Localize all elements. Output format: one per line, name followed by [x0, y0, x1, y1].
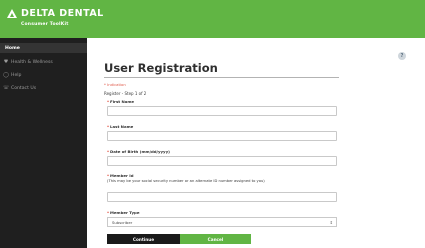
- main-content: ? User Registration * Indication Registe…: [87, 38, 425, 248]
- title-divider: [104, 77, 339, 78]
- logo-row: DELTA DENTAL: [7, 6, 104, 20]
- member-id-field[interactable]: [107, 192, 337, 202]
- delta-triangle-icon: [7, 8, 17, 18]
- member-type-label-text: Member Type: [110, 210, 140, 215]
- last-name-label: *Last Name: [107, 124, 133, 129]
- heart-icon: ♥: [3, 59, 9, 65]
- required-asterisk: *: [107, 173, 110, 178]
- sidebar-item-home[interactable]: Home: [0, 43, 87, 53]
- sidebar-item-label: Contact Us: [11, 85, 37, 91]
- sidebar: Home ♥ Health & Wellness ◯ Help ☏ Contac…: [0, 38, 87, 248]
- continue-button[interactable]: Continue: [107, 234, 180, 244]
- required-asterisk: *: [107, 99, 110, 104]
- sidebar-item-contact-us[interactable]: ☏ Contact Us: [0, 83, 87, 93]
- brand-logo[interactable]: DELTA DENTAL Consumer ToolKit: [7, 6, 103, 32]
- help-circle-icon: ◯: [3, 72, 9, 78]
- select-arrows-icon: ⇕: [329, 219, 333, 225]
- member-type-selected: Subscriber: [112, 219, 133, 225]
- brand-name: DELTA DENTAL: [21, 7, 104, 19]
- brand-subtitle: Consumer ToolKit: [21, 22, 69, 27]
- dob-label-text: Date of Birth (mm/dd/yyyy): [110, 149, 170, 154]
- member-type-select[interactable]: Subscriber ⇕: [107, 217, 337, 227]
- cancel-button[interactable]: Cancel: [180, 234, 251, 244]
- member-id-label: *Member Id: [107, 173, 134, 178]
- sidebar-item-help[interactable]: ◯ Help: [0, 70, 87, 80]
- help-icon[interactable]: ?: [398, 52, 406, 60]
- member-type-label: *Member Type: [107, 210, 139, 215]
- sidebar-item-label: Help: [11, 72, 22, 78]
- required-asterisk: *: [107, 124, 110, 129]
- sidebar-item-label: Home: [5, 45, 20, 51]
- page-title: User Registration: [104, 61, 218, 75]
- required-indication: * Indication: [104, 82, 126, 87]
- top-bar: DELTA DENTAL Consumer ToolKit: [0, 0, 425, 38]
- sidebar-item-label: Health & Wellness: [11, 59, 53, 65]
- first-name-label: *First Name: [107, 99, 134, 104]
- app-frame: DELTA DENTAL Consumer ToolKit Home ♥ Hea…: [0, 0, 425, 248]
- phone-icon: ☏: [3, 85, 10, 91]
- required-asterisk: *: [107, 210, 110, 215]
- last-name-label-text: Last Name: [110, 124, 134, 129]
- sidebar-item-health-wellness[interactable]: ♥ Health & Wellness: [0, 57, 87, 67]
- last-name-field[interactable]: [107, 131, 337, 141]
- step-indicator: Register - Step 1 of 2: [104, 91, 147, 96]
- first-name-label-text: First Name: [110, 99, 135, 104]
- dob-field[interactable]: [107, 156, 337, 166]
- required-asterisk: *: [107, 149, 110, 154]
- member-id-label-text: Member Id: [110, 173, 134, 178]
- member-id-note: (This may be your social security number…: [107, 179, 265, 183]
- first-name-field[interactable]: [107, 106, 337, 116]
- dob-label: *Date of Birth (mm/dd/yyyy): [107, 149, 170, 154]
